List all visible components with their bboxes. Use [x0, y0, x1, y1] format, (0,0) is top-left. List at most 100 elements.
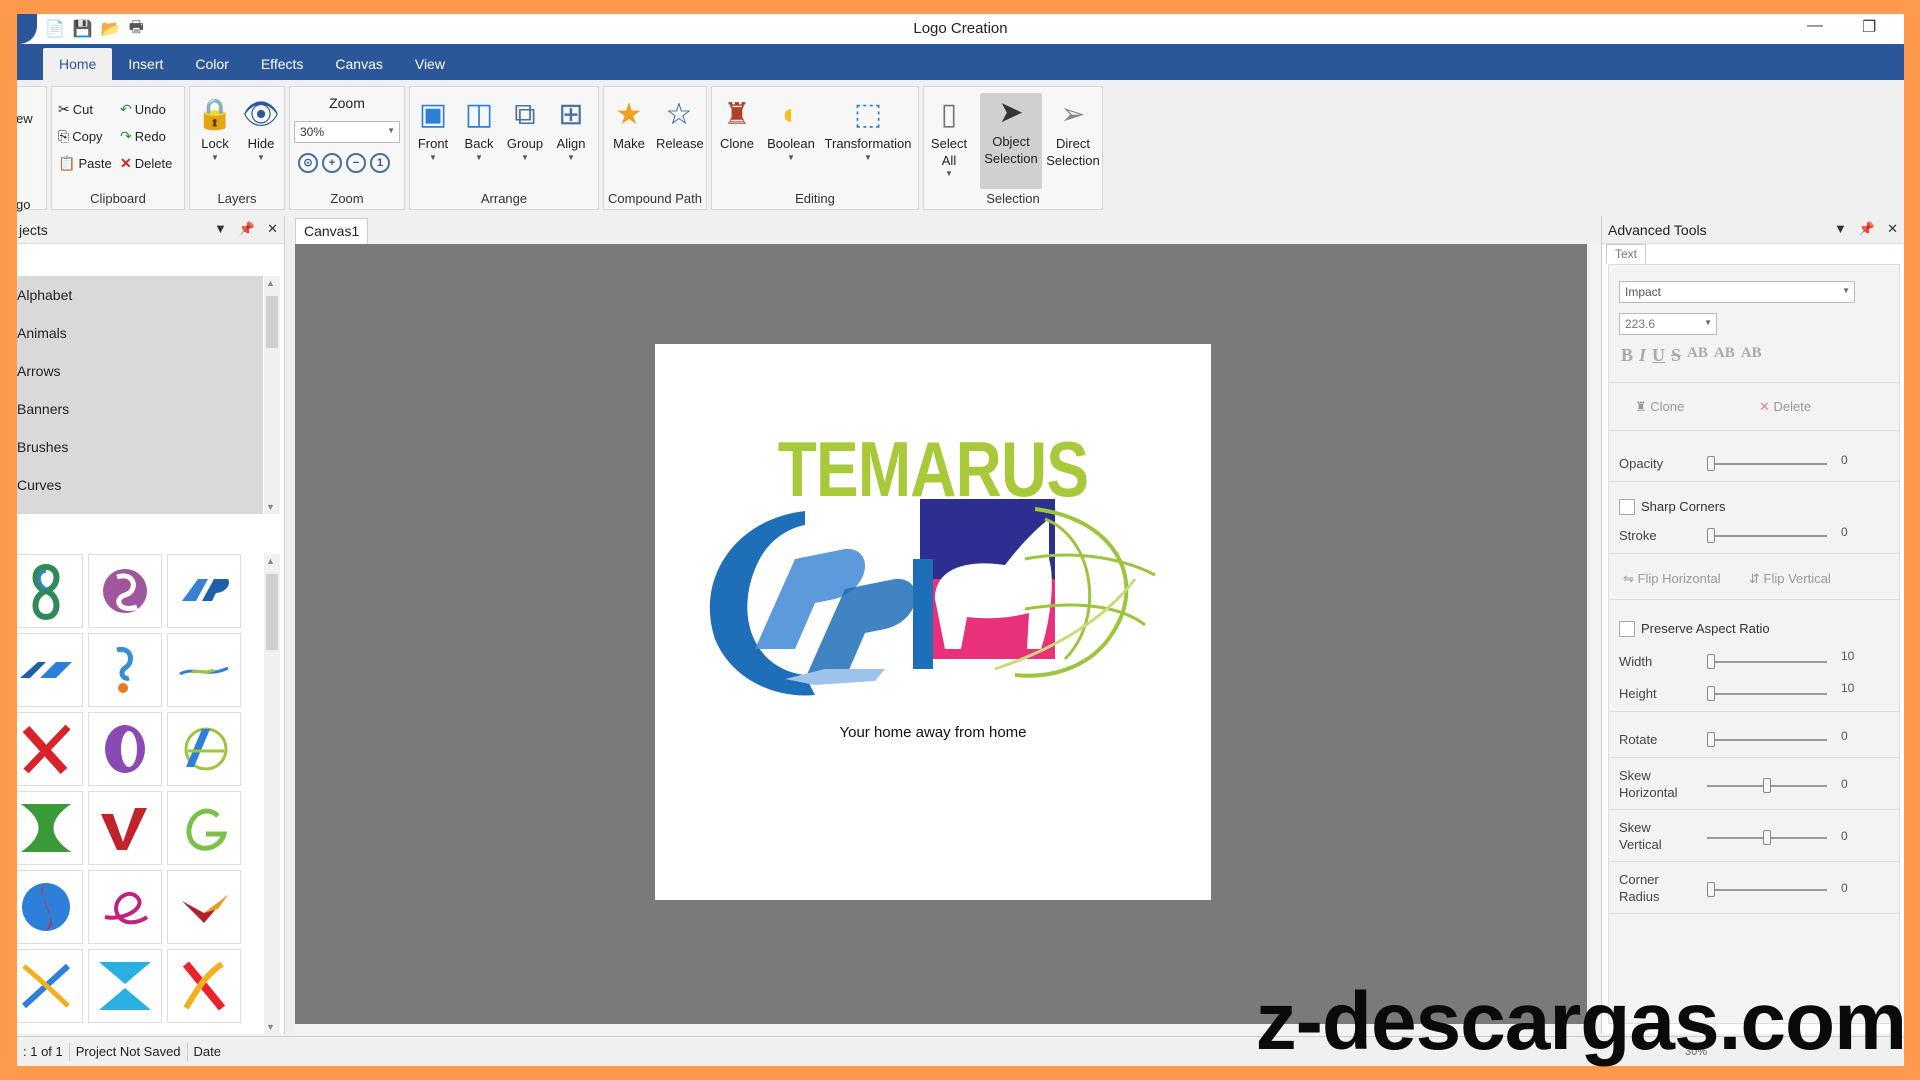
redo-button[interactable]: ↷ Redo [120, 128, 166, 145]
close-icon[interactable]: ✕ [267, 221, 278, 237]
category-curves[interactable]: Curves [17, 466, 263, 504]
skew-horizontal-slider[interactable] [1707, 778, 1827, 793]
canvas-background[interactable]: TEMARUS Your home away from home [295, 244, 1587, 1024]
tab-canvas[interactable]: Canvas [319, 48, 398, 80]
transformation-button[interactable]: ⬚ Transformation ▼ [820, 95, 916, 163]
tab-view[interactable]: View [399, 48, 461, 80]
artboard[interactable]: TEMARUS Your home away from home [655, 344, 1211, 900]
object-selection-button[interactable]: ➤ Object Selection [980, 93, 1042, 189]
category-brushes[interactable]: Brushes [17, 428, 263, 466]
paste-button[interactable]: 📋 Paste [58, 155, 112, 172]
gallery-item[interactable] [17, 949, 83, 1023]
close-icon[interactable]: ✕ [1887, 221, 1898, 237]
zoom-fit-icon[interactable]: ⊙ [298, 153, 318, 173]
gallery-item[interactable] [167, 712, 241, 786]
gallery-item[interactable] [88, 712, 162, 786]
slider-thumb[interactable] [1763, 778, 1771, 793]
gallery-item[interactable] [167, 554, 241, 628]
canvas-tab[interactable]: Canvas1 [295, 218, 369, 244]
scroll-down-icon[interactable]: ▼ [266, 1022, 275, 1032]
text-style-button-1[interactable]: AB [1687, 345, 1708, 366]
clone-button[interactable]: ♜ Clone [714, 95, 760, 153]
lock-button[interactable]: 🔒 Lock ▼ [192, 95, 238, 163]
gallery-item[interactable] [17, 633, 83, 707]
scroll-up-icon[interactable]: ▲ [266, 556, 275, 566]
gallery-item[interactable] [17, 554, 83, 628]
pin-icon[interactable]: 📌 [1859, 221, 1875, 237]
slider-thumb[interactable] [1707, 456, 1715, 471]
underline-button[interactable]: U [1652, 345, 1665, 366]
stroke-slider[interactable] [1707, 528, 1827, 543]
make-button[interactable]: ★ Make [606, 95, 652, 153]
slider-thumb[interactable] [1707, 882, 1715, 897]
preserve-aspect-checkbox[interactable] [1619, 621, 1635, 637]
scroll-down-icon[interactable]: ▼ [266, 502, 275, 512]
skew-vertical-slider[interactable] [1707, 830, 1827, 845]
pin-icon[interactable]: 📌 [239, 221, 255, 237]
panel-menu-icon[interactable]: ▼ [214, 221, 227, 237]
minimize-icon[interactable]: — [1807, 17, 1823, 35]
gallery-item[interactable] [88, 633, 162, 707]
gallery-item[interactable] [167, 791, 241, 865]
direct-selection-button[interactable]: ➢ Direct Selection [1044, 95, 1102, 169]
tab-effects[interactable]: Effects [245, 48, 320, 80]
cut-button[interactable]: ✂ Cut [58, 101, 93, 118]
zoom-actual-icon[interactable]: 1 [370, 153, 390, 173]
front-button[interactable]: ▣ Front ▼ [410, 95, 456, 163]
category-alphabet[interactable]: Alphabet [17, 276, 263, 314]
category-scrollbar[interactable]: ▲ ▼ [264, 276, 280, 514]
gallery-item[interactable] [88, 949, 162, 1023]
category-animals[interactable]: Animals [17, 314, 263, 352]
tab-color[interactable]: Color [179, 48, 244, 80]
slider-thumb[interactable] [1707, 528, 1715, 543]
gallery-item[interactable] [17, 712, 83, 786]
tab-home[interactable]: Home [43, 48, 113, 80]
tab-text[interactable]: Text [1606, 244, 1647, 263]
release-button[interactable]: ☆ Release [656, 95, 704, 153]
flip-vertical-button[interactable]: ⇵ Flip Vertical [1749, 571, 1831, 587]
zoom-in-icon[interactable]: + [322, 153, 342, 173]
flip-horizontal-button[interactable]: ⇋ Flip Horizontal [1623, 571, 1721, 587]
gallery-item[interactable] [88, 554, 162, 628]
delete-button[interactable]: ✕ Delete [120, 155, 172, 172]
slider-thumb[interactable] [1707, 686, 1715, 701]
bold-button[interactable]: B [1621, 345, 1633, 366]
tab-insert[interactable]: Insert [112, 48, 179, 80]
gallery-item[interactable] [88, 870, 162, 944]
font-family-select[interactable]: Impact ▼ [1619, 281, 1855, 303]
height-slider[interactable] [1707, 686, 1827, 701]
clone-tool-button[interactable]: ♜ Clone [1635, 399, 1684, 415]
scroll-thumb[interactable] [266, 296, 278, 348]
align-button[interactable]: ⊞ Align ▼ [548, 95, 594, 163]
zoom-select[interactable]: 30% ▼ [294, 121, 400, 143]
slider-thumb[interactable] [1763, 830, 1771, 845]
corner-radius-slider[interactable] [1707, 882, 1827, 897]
category-arrows[interactable]: Arrows [17, 352, 263, 390]
gallery-item[interactable] [17, 870, 83, 944]
slider-thumb[interactable] [1707, 732, 1715, 747]
select-all-button[interactable]: ▯ Select All ▼ [926, 95, 972, 179]
logo-tagline[interactable]: Your home away from home [655, 724, 1211, 741]
scroll-up-icon[interactable]: ▲ [266, 278, 275, 288]
italic-button[interactable]: I [1639, 345, 1646, 366]
category-banners[interactable]: Banners [17, 390, 263, 428]
hide-button[interactable]: 👁 Hide ▼ [238, 95, 284, 163]
slider-thumb[interactable] [1707, 654, 1715, 669]
logo-graphic[interactable] [695, 499, 1165, 709]
restore-icon[interactable]: ❐ [1862, 17, 1876, 37]
copy-button[interactable]: ⎘ Copy [58, 128, 103, 145]
delete-tool-button[interactable]: ✕ Delete [1759, 399, 1811, 415]
sharp-corners-checkbox[interactable] [1619, 499, 1635, 515]
gallery-item[interactable] [17, 791, 83, 865]
rotate-slider[interactable] [1707, 732, 1827, 747]
gallery-item[interactable] [167, 949, 241, 1023]
group-button[interactable]: ⧉ Group ▼ [502, 95, 548, 163]
boolean-button[interactable]: ◐ Boolean ▼ [764, 95, 818, 163]
font-size-select[interactable]: 223.6 ▼ [1619, 313, 1717, 335]
opacity-slider[interactable] [1707, 456, 1827, 471]
back-button[interactable]: ◫ Back ▼ [456, 95, 502, 163]
gallery-item[interactable] [167, 870, 241, 944]
width-slider[interactable] [1707, 654, 1827, 669]
strikethrough-button[interactable]: S [1671, 345, 1681, 366]
scroll-thumb[interactable] [266, 574, 278, 650]
